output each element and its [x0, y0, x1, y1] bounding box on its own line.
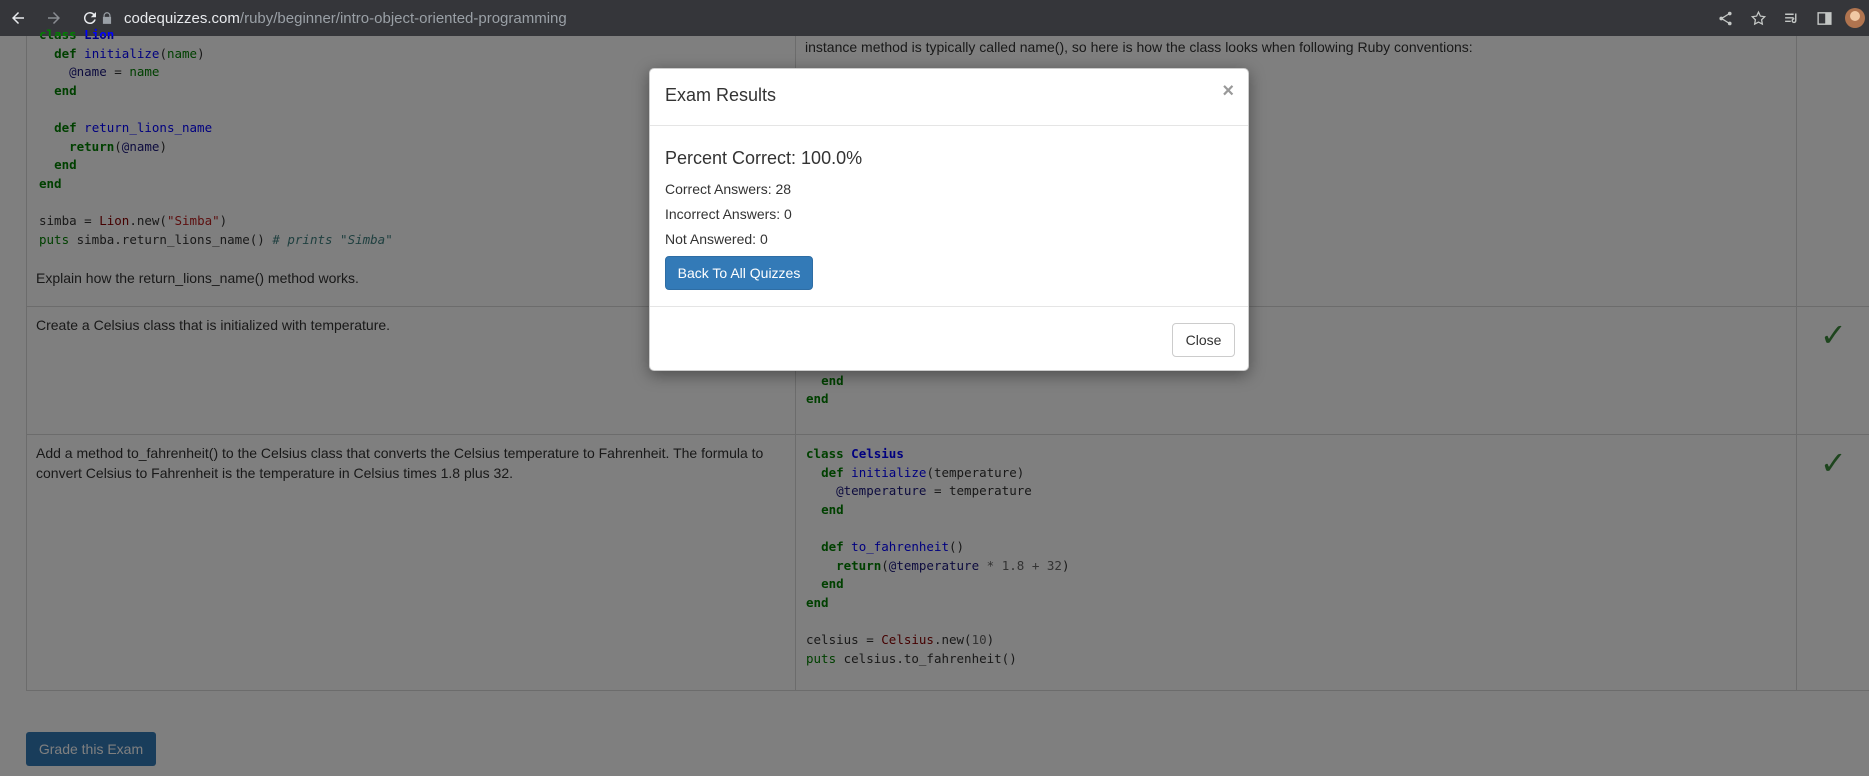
incorrect-answers: Incorrect Answers: 0: [665, 206, 792, 222]
modal-header: Exam Results ×: [650, 69, 1248, 126]
close-icon[interactable]: ×: [1222, 81, 1234, 101]
profile-avatar[interactable]: [1845, 8, 1865, 28]
not-answered: Not Answered: 0: [665, 231, 768, 247]
modal-footer: Close: [650, 306, 1248, 371]
percent-correct: Percent Correct: 100.0%: [665, 148, 863, 168]
reading-list-icon[interactable]: [1775, 0, 1808, 36]
modal-title: Exam Results: [665, 85, 777, 105]
back-arrow-icon[interactable]: [0, 0, 36, 36]
bookmark-star-icon[interactable]: [1742, 0, 1775, 36]
url-path: /ruby/beginner/intro-object-oriented-pro…: [239, 9, 567, 27]
side-panel-icon[interactable]: [1808, 0, 1841, 36]
correct-answers: Correct Answers: 28: [665, 181, 792, 197]
back-to-all-quizzes-button[interactable]: Back To All Quizzes: [665, 256, 813, 290]
share-icon[interactable]: [1709, 0, 1742, 36]
close-button[interactable]: Close: [1172, 323, 1235, 357]
url-host: codequizzes.com: [124, 9, 240, 27]
lock-icon: [102, 12, 112, 24]
exam-results-modal: Exam Results × Percent Correct: 100.0% C…: [649, 68, 1249, 371]
